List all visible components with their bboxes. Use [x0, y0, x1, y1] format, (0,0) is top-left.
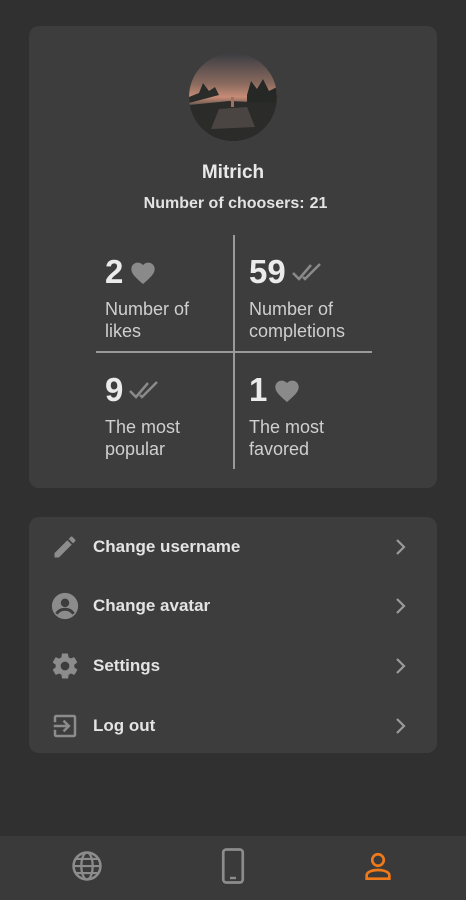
nav-phone[interactable] — [215, 847, 251, 889]
person-icon — [362, 850, 394, 887]
profile-screen: Mitrich Number of choosers: 21 2 Number o… — [0, 0, 466, 900]
account-menu: Change username Change avatar Settings L… — [29, 517, 437, 753]
stat-label: Number of likes — [105, 299, 190, 341]
stat-label: Number of completions — [249, 299, 346, 341]
bottom-navigation — [0, 836, 466, 900]
nav-globe[interactable] — [69, 850, 105, 886]
menu-item-change-username[interactable]: Change username — [29, 518, 437, 576]
globe-icon — [70, 849, 104, 888]
stat-value: 2 — [105, 253, 124, 290]
phone-icon — [220, 847, 246, 889]
stat-label: The most popular — [105, 417, 181, 459]
menu-item-label: Change username — [93, 537, 241, 556]
choosers-label: Number of choosers: — [143, 195, 305, 212]
stat-most-popular: 9 The most popular — [105, 370, 245, 460]
menu-item-label: Log out — [93, 716, 156, 735]
choosers-count-text: Number of choosers: 21 — [29, 195, 437, 213]
heart-icon — [129, 259, 157, 285]
gear-icon — [49, 650, 81, 682]
chevron-right-icon — [393, 716, 409, 736]
chevron-right-icon — [393, 596, 409, 616]
nav-profile[interactable] — [360, 850, 396, 886]
chevron-right-icon — [393, 537, 409, 557]
choosers-value: 21 — [309, 195, 328, 212]
double-check-icon — [129, 379, 163, 401]
pencil-icon — [49, 531, 81, 563]
profile-card: Mitrich Number of choosers: 21 2 Number o… — [29, 26, 437, 488]
stat-value: 59 — [249, 253, 286, 290]
menu-item-settings[interactable]: Settings — [29, 637, 437, 695]
account-circle-icon — [49, 590, 81, 622]
stat-likes: 2 Number of likes — [105, 252, 245, 342]
stat-label: The most favored — [249, 417, 325, 459]
username: Mitrich — [201, 162, 265, 183]
menu-item-label: Settings — [93, 656, 161, 675]
avatar[interactable] — [189, 53, 277, 141]
stats-divider-horizontal — [96, 351, 372, 353]
double-check-icon — [291, 261, 326, 283]
heart-icon — [273, 377, 301, 403]
stat-most-favored: 1 The most favored — [249, 370, 389, 460]
stat-value: 1 — [249, 371, 268, 408]
stat-completions: 59 Number of completions — [249, 252, 389, 342]
logout-icon — [49, 710, 81, 742]
menu-item-label: Change avatar — [93, 596, 211, 615]
menu-item-change-avatar[interactable]: Change avatar — [29, 577, 437, 635]
menu-item-log-out[interactable]: Log out — [29, 697, 437, 755]
chevron-right-icon — [393, 656, 409, 676]
stat-value: 9 — [105, 371, 124, 408]
